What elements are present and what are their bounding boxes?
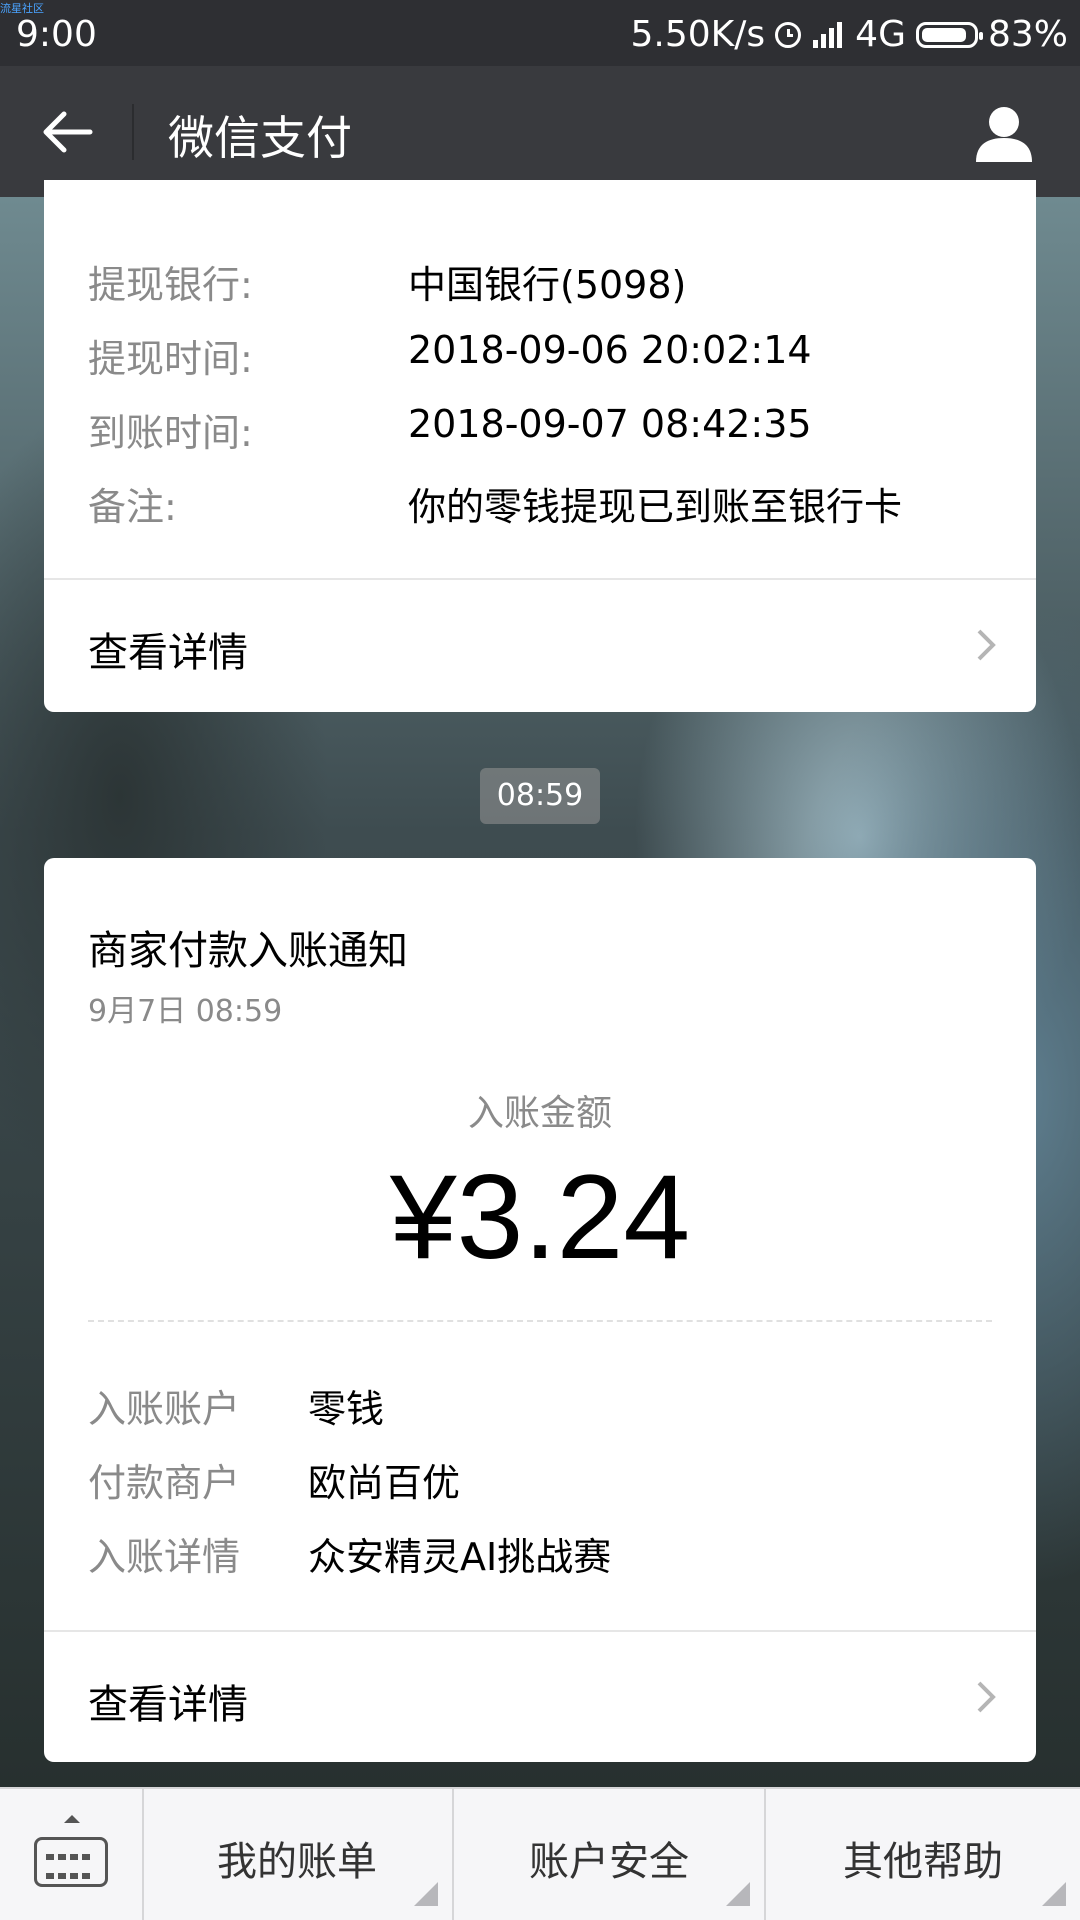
row-value: 中国银行(5098) (408, 263, 687, 307)
bottom-menu-bar: 我的账单 账户安全 其他帮助 (0, 1787, 1080, 1920)
payment-row: 入账详情 众安精灵AI挑战赛 (88, 1526, 611, 1581)
menu-tab-account-security[interactable]: 账户安全 (454, 1789, 766, 1920)
nav-divider (132, 104, 134, 160)
network-speed: 5.50K/s (630, 14, 766, 55)
row-value: 欧尚百优 (308, 1461, 461, 1505)
battery-icon (915, 21, 983, 48)
status-bar: 流星社区 9:00 5.50K/s 4G 83% (0, 0, 1080, 66)
withdraw-row: 提现银行: 中国银行(5098) (88, 254, 686, 309)
alarm-icon (775, 21, 802, 48)
withdraw-row: 提现时间: 2018-09-06 20:02:14 (88, 328, 812, 383)
caret-up-icon (64, 1815, 80, 1823)
clock: 9:00 (16, 14, 97, 55)
menu-tab-label: 我的账单 (217, 1839, 377, 1885)
row-label: 入账账户 (88, 1387, 241, 1431)
battery-percent: 83% (987, 14, 1068, 55)
submenu-indicator-icon (726, 1882, 750, 1906)
view-details-label: 查看详情 (88, 1682, 248, 1728)
chevron-right-icon (977, 1681, 996, 1713)
row-value: 零钱 (308, 1387, 385, 1431)
profile-icon[interactable] (974, 104, 1034, 162)
menu-tab-label: 账户安全 (529, 1839, 689, 1885)
dashed-divider (88, 1320, 992, 1322)
network-type: 4G (855, 14, 906, 55)
payment-card: 商家付款入账通知 9月7日 08:59 入账金额 ¥3.24 入账账户 零钱 付… (44, 858, 1036, 1762)
row-value: 众安精灵AI挑战赛 (308, 1535, 612, 1579)
nav-bar: 微信支付 (0, 66, 1080, 197)
withdraw-row: 备注: 你的零钱提现已到账至银行卡 (88, 476, 902, 531)
withdraw-row: 到账时间: 2018-09-07 08:42:35 (88, 402, 812, 457)
submenu-indicator-icon (1042, 1882, 1066, 1906)
view-details-label: 查看详情 (88, 630, 248, 676)
back-arrow-icon[interactable] (42, 110, 94, 154)
row-value: 你的零钱提现已到账至银行卡 (408, 485, 903, 529)
view-details-link[interactable]: 查看详情 (44, 1632, 1036, 1762)
payment-row: 付款商户 欧尚百优 (88, 1452, 460, 1507)
message-timestamp: 08:59 (480, 768, 600, 824)
amount-label: 入账金额 (467, 1093, 612, 1134)
page-title: 微信支付 (168, 111, 352, 165)
payment-card-date: 9月7日 08:59 (88, 994, 283, 1029)
chevron-right-icon (977, 629, 996, 661)
row-label: 提现时间: (88, 337, 253, 381)
row-label: 入账详情 (88, 1535, 241, 1579)
view-details-link[interactable]: 查看详情 (44, 580, 1036, 710)
row-value: 2018-09-06 20:02:14 (408, 328, 812, 372)
signal-icon (811, 20, 845, 50)
menu-tab-label: 其他帮助 (843, 1839, 1003, 1885)
row-label: 到账时间: (88, 411, 253, 455)
row-label: 付款商户 (88, 1461, 241, 1505)
menu-tab-my-bills[interactable]: 我的账单 (142, 1789, 454, 1920)
amount-value: ¥3.24 (389, 1150, 691, 1284)
submenu-indicator-icon (414, 1882, 438, 1906)
row-label: 备注: (88, 485, 177, 529)
row-value: 2018-09-07 08:42:35 (408, 402, 812, 446)
keyboard-toggle-button[interactable] (0, 1789, 144, 1920)
row-label: 提现银行: (88, 263, 253, 307)
payment-card-title: 商家付款入账通知 (88, 928, 408, 974)
payment-row: 入账账户 零钱 (88, 1378, 384, 1433)
withdraw-card: 提现银行: 中国银行(5098) 提现时间: 2018-09-06 20:02:… (44, 180, 1036, 712)
menu-tab-other-help[interactable]: 其他帮助 (766, 1789, 1080, 1920)
